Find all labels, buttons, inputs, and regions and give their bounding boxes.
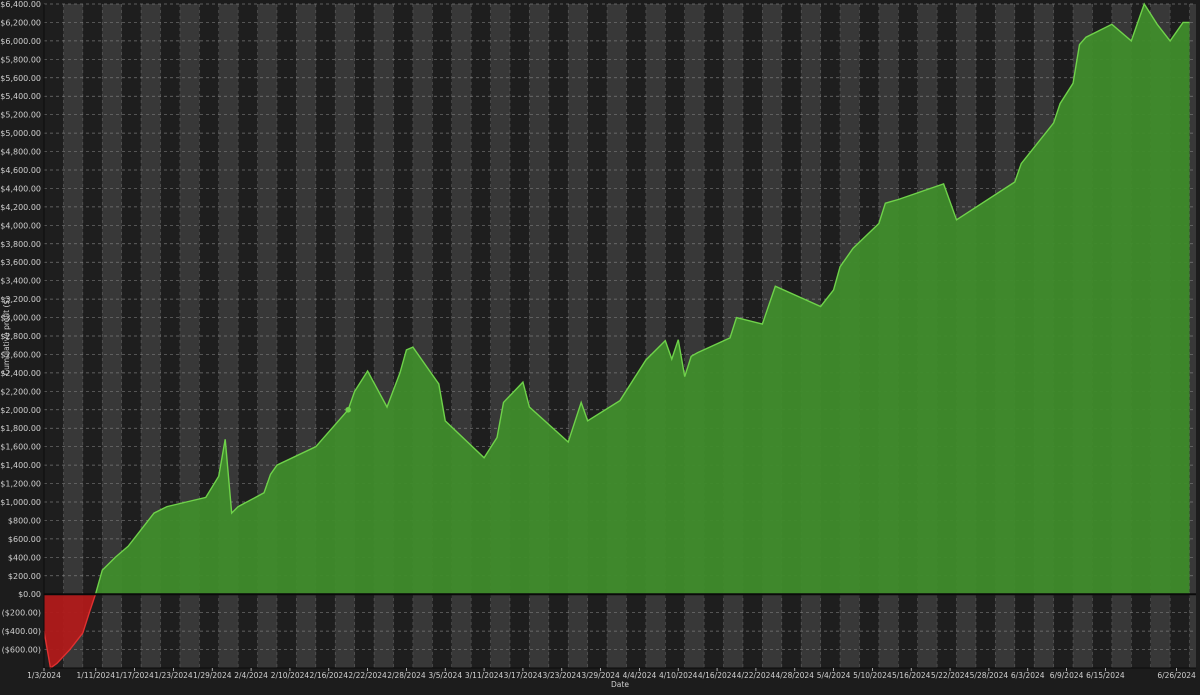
y-tick-label: $2,200.00 xyxy=(0,387,41,396)
y-axis-title: Cumulative profit ($) xyxy=(2,297,11,375)
x-tick-label: 4/16/2024 xyxy=(698,671,737,680)
x-tick-label: 1/17/2024 xyxy=(115,671,154,680)
y-tick-label: $5,400.00 xyxy=(0,92,41,101)
y-tick-label: $5,600.00 xyxy=(0,74,41,83)
y-tick-label: ($200.00) xyxy=(2,609,41,618)
x-tick-label: 3/23/2024 xyxy=(543,671,582,680)
y-tick-label: ($400.00) xyxy=(2,627,41,636)
y-tick-label: $4,600.00 xyxy=(0,166,41,175)
x-tick-label: 6/26/2024 xyxy=(1157,671,1196,680)
x-tick-label: 2/28/2024 xyxy=(387,671,426,680)
x-tick-label: 3/17/2024 xyxy=(504,671,543,680)
chart-svg: ($600.00) ($400.00) ($200.00) $0.00 $200.00 $… xyxy=(0,0,1196,689)
x-tick-label: 6/9/2024 xyxy=(1050,671,1084,680)
y-tick-label: $800.00 xyxy=(8,516,41,525)
y-tick-label: $3,800.00 xyxy=(0,240,41,249)
y-tick-label: $4,800.00 xyxy=(0,148,41,157)
y-tick-label: $6,000.00 xyxy=(0,37,41,46)
x-tick-label: 1/3/2024 xyxy=(27,671,61,680)
y-tick-label: $600.00 xyxy=(8,535,41,544)
band-stripe xyxy=(63,4,83,668)
x-tick-label: 3/5/2024 xyxy=(428,671,462,680)
cumulative-profit-chart: ($600.00) ($400.00) ($200.00) $0.00 $200.00 $… xyxy=(0,0,1200,691)
x-tick-label: 4/22/2024 xyxy=(737,671,776,680)
x-tick-label: 2/4/2024 xyxy=(234,671,268,680)
y-tick-label: $400.00 xyxy=(8,553,41,562)
x-tick-label: 1/11/2024 xyxy=(77,671,116,680)
x-axis-title: Date xyxy=(611,680,629,689)
x-tick-label: 1/29/2024 xyxy=(193,671,232,680)
y-tick-label: $3,600.00 xyxy=(0,258,41,267)
x-tick-label: 3/29/2024 xyxy=(581,671,620,680)
y-tick-label: $0.00 xyxy=(18,590,41,599)
y-tick-label: $5,200.00 xyxy=(0,111,41,120)
y-tick-label: $5,000.00 xyxy=(0,129,41,138)
y-tick-label: $6,400.00 xyxy=(0,0,41,9)
y-tick-label: $1,000.00 xyxy=(0,498,41,507)
x-tick-label: 2/22/2024 xyxy=(348,671,387,680)
x-tick-label: 5/28/2024 xyxy=(970,671,1009,680)
x-tick-labels: 1/3/2024 1/11/2024 1/17/2024 1/23/2024 1/29/… xyxy=(27,668,1196,680)
x-tick-label: 2/10/2024 xyxy=(271,671,310,680)
x-tick-label: 2/16/2024 xyxy=(310,671,349,680)
y-tick-label: ($600.00) xyxy=(2,646,41,655)
y-tick-label: $1,400.00 xyxy=(0,461,41,470)
x-tick-label: 4/10/2024 xyxy=(659,671,698,680)
y-tick-label: $5,800.00 xyxy=(0,55,41,64)
x-tick-label: 5/16/2024 xyxy=(892,671,931,680)
y-tick-label: $1,800.00 xyxy=(0,424,41,433)
x-tick-label: 5/22/2024 xyxy=(931,671,970,680)
x-tick-label: 3/11/2024 xyxy=(465,671,504,680)
x-tick-label: 4/28/2024 xyxy=(776,671,815,680)
y-tick-label: $2,000.00 xyxy=(0,406,41,415)
x-tick-label: 4/4/2024 xyxy=(623,671,657,680)
x-tick-label: 6/3/2024 xyxy=(1011,671,1045,680)
x-tick-label: 1/23/2024 xyxy=(154,671,193,680)
y-tick-label: $4,000.00 xyxy=(0,221,41,230)
x-tick-label: 5/4/2024 xyxy=(817,671,851,680)
y-tick-label: $1,200.00 xyxy=(0,480,41,489)
x-tick-label: 6/15/2024 xyxy=(1086,671,1125,680)
y-tick-label: $200.00 xyxy=(8,572,41,581)
x-tick-label: 5/10/2024 xyxy=(853,671,892,680)
y-tick-label: $3,400.00 xyxy=(0,277,41,286)
y-tick-label: $6,200.00 xyxy=(0,18,41,27)
y-tick-label: $4,400.00 xyxy=(0,184,41,193)
highlight-point xyxy=(345,406,351,413)
y-tick-label: $4,200.00 xyxy=(0,203,41,212)
y-tick-label: $1,600.00 xyxy=(0,443,41,452)
